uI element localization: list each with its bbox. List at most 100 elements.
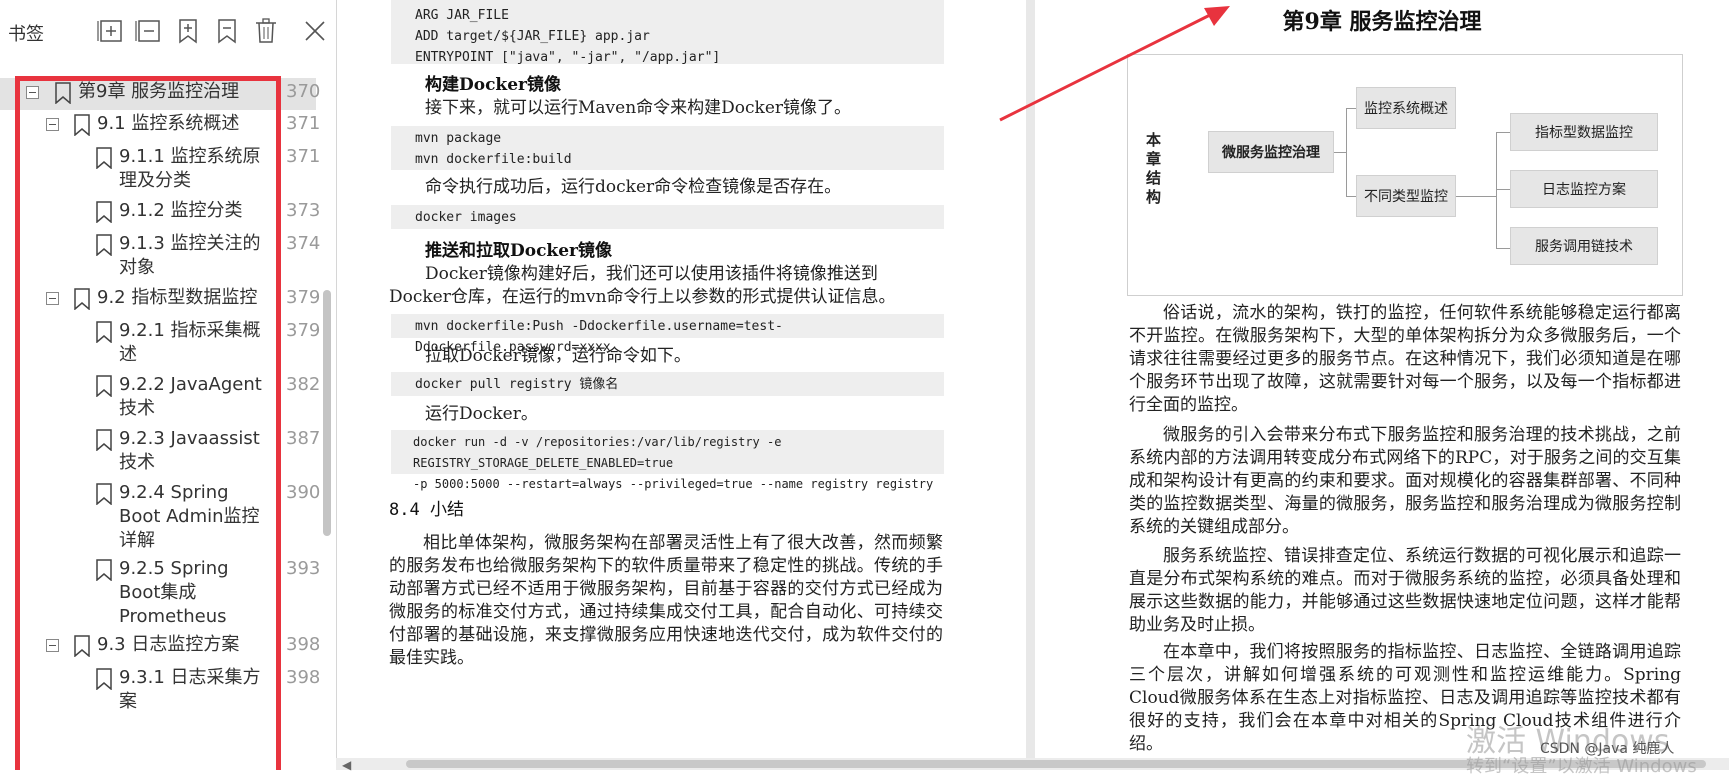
bookmark-label: 9.1.3 监控关注的对象: [119, 233, 261, 278]
para-push-2: Docker仓库，在运行的mvn命令行上以参数的形式提供认证信息。: [389, 287, 896, 307]
bookmark-page-number: 387: [286, 428, 321, 449]
code-mvn: mvn package mvn dockerfile:build: [391, 126, 944, 170]
bookmark-page-number: 371: [286, 146, 321, 167]
bookmark-icon: [74, 635, 90, 657]
bookmark-page-number: 370: [286, 81, 321, 102]
bookmark-item[interactable]: 9.1.2 监控分类 373: [0, 197, 320, 230]
code-line: ENTRYPOINT ["java", "-jar", "/app.jar"]: [415, 50, 721, 65]
para-build: 接下来，就可以运行Maven命令来构建Docker镜像了。: [425, 98, 852, 118]
delete-icon[interactable]: [251, 16, 281, 46]
diagram-root: 微服务监控治理: [1208, 131, 1334, 173]
collapse-toggle-icon[interactable]: [46, 639, 59, 652]
csdn-watermark: CSDN @Java 纯鹿人: [1540, 741, 1675, 757]
bookmark-item[interactable]: 9.3 日志监控方案 398: [0, 631, 320, 664]
para-push-1: Docker镜像构建好后，我们还可以使用该插件将镜像推送到: [425, 264, 878, 284]
code-dockerfile: ARG JAR_FILE ADD target/${JAR_FILE} app.…: [391, 0, 944, 65]
bookmark-label: 9.2.5 Spring Boot集成Prometheus: [119, 558, 229, 627]
bookmark-label: 9.3 日志监控方案: [97, 634, 240, 655]
diagram-node-logs: 日志监控方案: [1510, 170, 1658, 208]
bookmark-item[interactable]: 9.2 指标型数据监控 379: [0, 284, 320, 317]
bookmark-item[interactable]: 9.2.3 Javaassist技术 387: [0, 425, 320, 479]
bookmark-label: 9.3.1 日志采集方案: [119, 667, 261, 712]
bookmark-page-number: 379: [286, 287, 321, 308]
bookmark-icon: [96, 147, 112, 169]
summary-paragraph: 相比单体架构，微服务架构在部署灵活性上有了很大改善，然而频繁的服务发布也给微服务…: [389, 533, 943, 668]
para-pull: 拉取Docker镜像，运行命令如下。: [425, 346, 691, 366]
code-line: docker run -d -v /repositories:/var/lib/…: [413, 435, 782, 470]
section-heading: 8.4 小结: [389, 500, 464, 520]
bookmark-icon: [96, 429, 112, 451]
bookmark-label: 9.1.2 监控分类: [119, 200, 243, 221]
collapse-toggle-icon[interactable]: [46, 292, 59, 305]
bookmark-icon: [96, 234, 112, 256]
diagram-node-overview: 监控系统概述: [1356, 87, 1456, 129]
para-run: 运行Docker。: [425, 404, 538, 424]
remove-bookmark-icon[interactable]: [212, 16, 242, 46]
bookmark-label: 9.1 监控系统概述: [97, 113, 240, 134]
bookmark-page-number: 379: [286, 320, 321, 341]
collapse-all-icon[interactable]: [134, 16, 164, 46]
bookmark-item[interactable]: 9.1 监控系统概述 371: [0, 110, 320, 143]
expand-all-icon[interactable]: [96, 16, 126, 46]
bookmark-item[interactable]: 9.2.5 Spring Boot集成Prometheus 393: [0, 555, 320, 631]
code-line: ARG JAR_FILE: [415, 8, 509, 23]
code-push: mvn dockerfile:Push -Ddockerfile.usernam…: [391, 314, 944, 355]
connector: [1346, 108, 1356, 109]
diagram-node-tracing: 服务调用链技术: [1510, 227, 1658, 265]
bookmark-item[interactable]: 9.2.1 指标采集概述 379: [0, 317, 320, 371]
bookmark-item[interactable]: 9.1.1 监控系统原理及分类 371: [0, 143, 320, 197]
bookmark-page-number: 390: [286, 482, 321, 503]
bookmark-icon: [96, 201, 112, 223]
bookmark-page-number: 382: [286, 374, 321, 395]
bookmark-icon: [96, 483, 112, 505]
bookmark-icon: [96, 559, 112, 581]
collapse-toggle-icon[interactable]: [46, 118, 59, 131]
code-line: ADD target/${JAR_FILE} app.jar: [415, 29, 650, 44]
bookmark-page-number: 374: [286, 233, 321, 254]
bookmark-item[interactable]: 第9章 服务监控治理 370: [0, 78, 320, 110]
bookmark-label: 9.2 指标型数据监控: [97, 287, 258, 308]
collapse-toggle-icon[interactable]: [26, 86, 39, 99]
bookmark-label: 9.2.1 指标采集概述: [119, 320, 261, 365]
add-bookmark-icon[interactable]: [173, 16, 203, 46]
paragraph-2: 微服务的引入会带来分布式下服务监控和服务治理的技术挑战，之前系统内部的方法调用转…: [1129, 425, 1681, 537]
bookmark-icon: [74, 114, 90, 136]
code-line: mvn dockerfile:build: [415, 152, 572, 167]
connector: [1496, 132, 1497, 248]
bookmark-page-number: 398: [286, 634, 321, 655]
connector: [1456, 196, 1496, 197]
paragraph-3: 服务系统监控、错误排查定位、系统运行数据的可视化展示和追踪一直是分布式架构系统的…: [1129, 546, 1681, 635]
panel-title: 书签: [8, 24, 44, 45]
bookmark-item[interactable]: 9.2.2 JavaAgent技术 382: [0, 371, 320, 425]
code-run: docker run -d -v /repositories:/var/lib/…: [391, 430, 944, 491]
bookmark-label: 9.2.2 JavaAgent技术: [119, 374, 262, 419]
code-images: docker images: [391, 205, 944, 229]
bookmark-item[interactable]: 9.3.1 日志采集方案 398: [0, 664, 320, 712]
annotation-arrow-icon: [999, 6, 1230, 122]
code-line: docker images: [415, 210, 517, 225]
close-icon[interactable]: [300, 16, 330, 46]
bookmark-icon: [96, 375, 112, 397]
bookmark-page-number: 371: [286, 113, 321, 134]
bookmark-item[interactable]: 9.1.3 监控关注的对象 374: [0, 230, 320, 284]
para-check: 命令执行成功后，运行docker命令检查镜像是否存在。: [425, 177, 842, 197]
bookmark-label: 9.1.1 监控系统原理及分类: [119, 146, 261, 191]
heading-push: 推送和拉取Docker镜像: [425, 241, 612, 261]
bookmark-page-number: 373: [286, 200, 321, 221]
connector: [1346, 196, 1356, 197]
bookmark-label: 9.2.3 Javaassist技术: [119, 428, 260, 473]
code-line: docker pull registry 镜像名: [415, 377, 619, 392]
side-label: 本章结构: [1146, 131, 1162, 206]
connector: [1496, 189, 1510, 190]
code-line: mvn package: [415, 131, 502, 146]
connector: [1346, 108, 1347, 196]
bookmark-label: 9.2.4 Spring Boot Admin监控详解: [119, 482, 260, 551]
bookmark-icon: [96, 321, 112, 343]
sidebar-scrollbar[interactable]: [323, 290, 331, 536]
page-left: ARG JAR_FILE ADD target/${JAR_FILE} app.…: [337, 0, 1026, 770]
bookmark-item[interactable]: 9.2.4 Spring Boot Admin监控详解 390: [0, 479, 320, 555]
bookmark-icon: [96, 668, 112, 690]
bookmark-label: 第9章 服务监控治理: [78, 81, 240, 102]
code-line: -p 5000:5000 --restart=always --privileg…: [413, 477, 934, 491]
bookmark-page-number: 393: [286, 558, 321, 579]
